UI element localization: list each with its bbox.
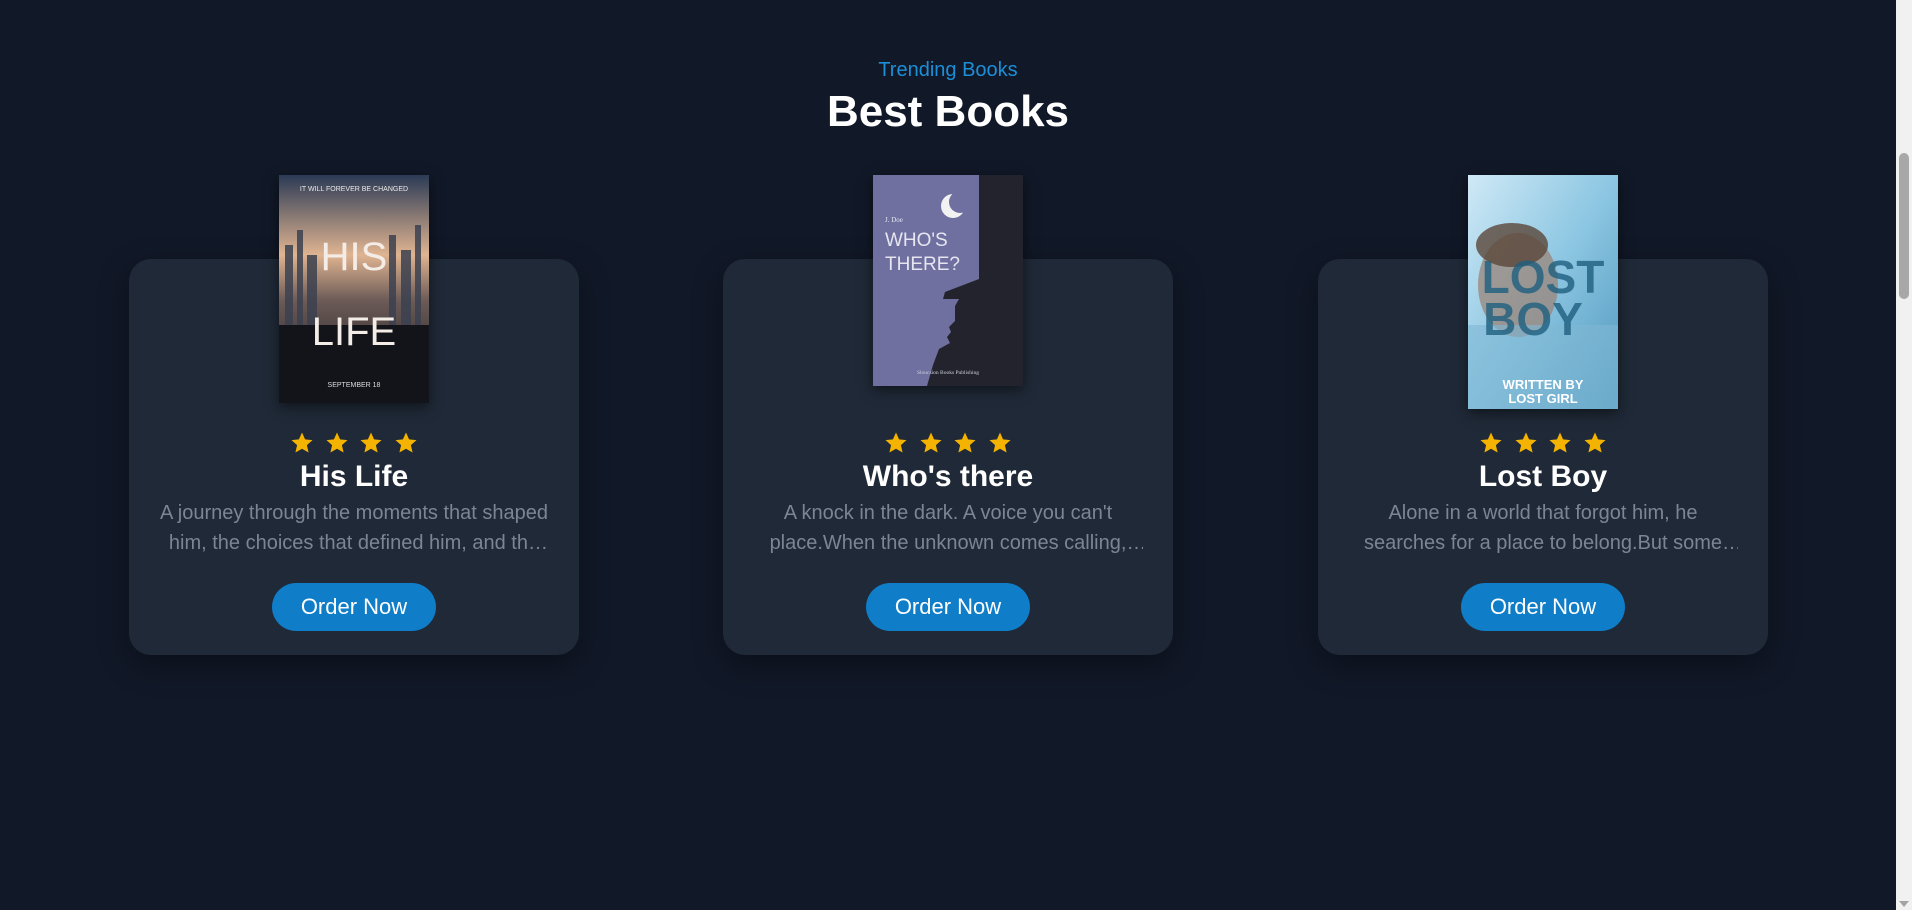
star-icon <box>885 432 907 453</box>
svg-text:WRITTEN BY: WRITTEN BY <box>1503 377 1584 392</box>
svg-text:SEPTEMBER 18: SEPTEMBER 18 <box>328 382 381 389</box>
svg-text:LOST GIRL: LOST GIRL <box>1508 391 1577 406</box>
star-icon <box>1549 432 1571 453</box>
svg-text:LIFE: LIFE <box>312 310 396 354</box>
scrollbar-thumb[interactable] <box>1899 153 1909 299</box>
book-cover-lost-boy[interactable]: LOST BOY WRITTEN BY LOST GIRL <box>1468 175 1618 409</box>
svg-text:J. Doe: J. Doe <box>885 216 903 224</box>
star-icon <box>360 432 382 453</box>
star-icon <box>1480 432 1502 453</box>
vertical-scrollbar[interactable] <box>1896 0 1912 910</box>
section-title: Best Books <box>826 87 1070 136</box>
order-now-button[interactable]: Order Now <box>1461 583 1625 631</box>
book-cover-whos-there[interactable]: J. Doe WHO'S THERE? Sloucsion Books Publ… <box>873 175 1023 386</box>
book-title: Lost Boy <box>1478 460 1608 493</box>
svg-text:BOY: BOY <box>1483 293 1583 345</box>
star-icon <box>920 432 942 453</box>
book-description: A knock in the dark. A voice you can't p… <box>769 502 1127 554</box>
book-title: His Life <box>299 460 409 493</box>
svg-text:Sloucsion Books Publishing: Sloucsion Books Publishing <box>917 370 979 376</box>
best-books-section: Trending Books Best Books IT WILL FOREVE… <box>0 0 1896 910</box>
svg-text:HIS: HIS <box>321 235 388 279</box>
book-description: Alone in a world that forgot him, he sea… <box>1364 502 1722 554</box>
star-icon <box>954 432 976 453</box>
whos-there-cover-art: J. Doe WHO'S THERE? Sloucsion Books Publ… <box>873 175 1023 386</box>
rating-stars <box>723 431 1173 459</box>
scroll-down-arrow-icon[interactable] <box>1899 901 1909 907</box>
his-life-cover-art: IT WILL FOREVER BE CHANGED HIS LIFE SEPT… <box>279 175 429 403</box>
star-icon <box>291 432 313 453</box>
order-now-button[interactable]: Order Now <box>866 583 1030 631</box>
star-icon <box>1515 432 1537 453</box>
order-now-button[interactable]: Order Now <box>272 583 436 631</box>
rating-stars <box>129 431 579 459</box>
star-icon <box>326 432 348 453</box>
svg-text:THERE?: THERE? <box>885 254 960 275</box>
rating-stars <box>1318 431 1768 459</box>
svg-text:IT WILL FOREVER BE CHANGED: IT WILL FOREVER BE CHANGED <box>300 186 408 193</box>
lost-boy-cover-art: LOST BOY WRITTEN BY LOST GIRL <box>1468 175 1618 409</box>
book-cover-his-life[interactable]: IT WILL FOREVER BE CHANGED HIS LIFE SEPT… <box>279 175 429 403</box>
book-description: A journey through the moments that shape… <box>159 502 549 554</box>
star-icon <box>1584 432 1606 453</box>
star-icon <box>989 432 1011 453</box>
section-subtitle: Trending Books <box>878 59 1018 81</box>
star-icon <box>395 432 417 453</box>
svg-text:WHO'S: WHO'S <box>885 230 948 251</box>
book-title: Who's there <box>862 460 1034 493</box>
